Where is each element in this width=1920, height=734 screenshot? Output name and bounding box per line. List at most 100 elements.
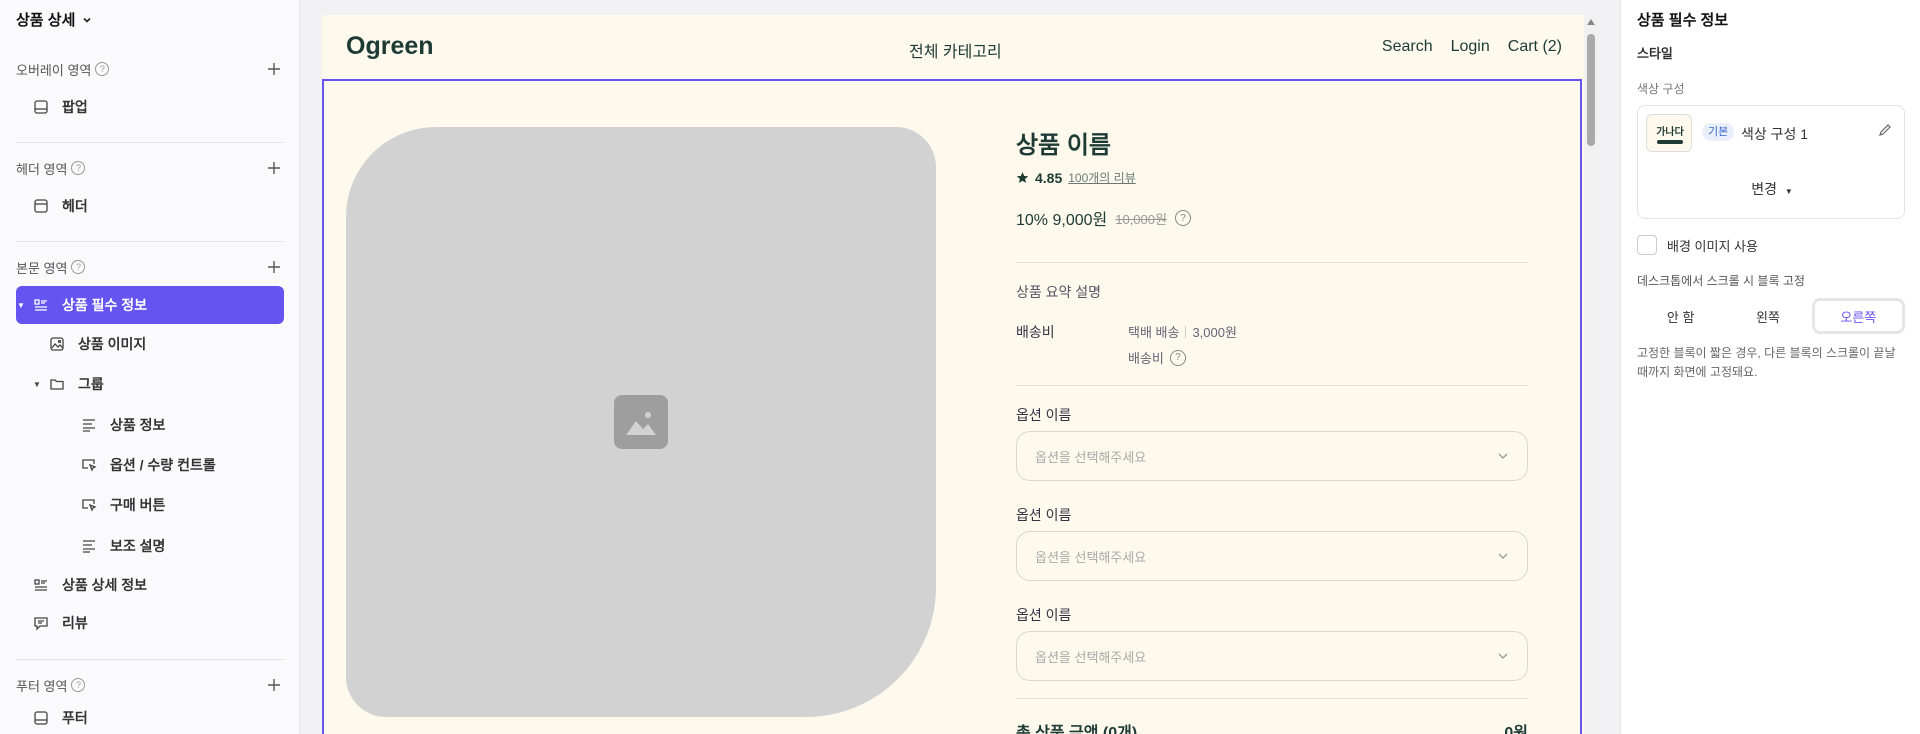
nav-search[interactable]: Search xyxy=(1382,38,1433,56)
help-icon[interactable]: ? xyxy=(71,260,86,274)
default-badge: 기본 xyxy=(1702,123,1735,141)
caret-down-icon[interactable]: ▼ xyxy=(32,380,42,389)
divider xyxy=(16,659,284,660)
folder-icon xyxy=(48,375,66,393)
product-rating: 4.85 100개의 리뷰 xyxy=(1016,169,1136,186)
shipping-label: 배송비 xyxy=(1016,324,1055,340)
edit-color-button[interactable] xyxy=(1878,123,1892,142)
section-footer-header: 푸터 영역 ? xyxy=(16,675,284,695)
nav-cart[interactable]: Cart (2) xyxy=(1508,38,1562,56)
properties-panel: 상품 필수 정보 스타일 색상 구성 가나다 기본 색상 구성 1 변경 ▼ 배… xyxy=(1620,0,1920,734)
total-amount-label: 총 상품 금액 (0개) xyxy=(1016,725,1138,734)
scroll-thumb[interactable] xyxy=(1587,34,1595,146)
option-select[interactable]: 옵션을 선택해주세요 xyxy=(1016,531,1528,581)
layer-item-group[interactable]: ▼ 그룹 xyxy=(32,365,284,403)
layer-item-essential-info[interactable]: ▼ 상품 필수 정보 xyxy=(16,286,284,324)
help-icon[interactable]: ? xyxy=(1174,210,1191,226)
caret-down-icon: ▼ xyxy=(1784,187,1793,196)
comment-icon xyxy=(32,614,50,632)
layer-item-footer[interactable]: 푸터 xyxy=(16,703,284,733)
cursor-box-icon xyxy=(80,456,98,474)
nav-login[interactable]: Login xyxy=(1451,38,1490,56)
add-footer-button[interactable] xyxy=(264,675,284,695)
sticky-scroll-label: 데스크톱에서 스크롤 시 블록 고정 xyxy=(1637,274,1805,288)
product-name: 상품 이름 xyxy=(1016,132,1111,159)
chevron-down-icon xyxy=(1498,653,1508,659)
product-image-placeholder[interactable] xyxy=(346,127,936,717)
sticky-right[interactable]: 오른쪽 xyxy=(1811,298,1905,334)
header-icon xyxy=(32,197,50,215)
star-icon xyxy=(1016,172,1029,183)
layer-item-buy-button[interactable]: 구매 버튼 xyxy=(80,486,284,524)
bg-image-option: 배경 이미지 사용 xyxy=(1637,235,1758,255)
review-count-link[interactable]: 100개의 리뷰 xyxy=(1068,169,1136,186)
panel-title: 상품 필수 정보 xyxy=(1637,12,1729,29)
add-body-button[interactable] xyxy=(264,257,284,277)
sticky-none[interactable]: 안 함 xyxy=(1637,298,1724,334)
scroll-up-arrow[interactable] xyxy=(1587,19,1595,25)
caret-down-icon[interactable]: ▼ xyxy=(16,301,26,310)
image-placeholder-icon xyxy=(614,395,668,449)
plus-icon xyxy=(268,261,280,273)
layer-item-header[interactable]: 헤더 xyxy=(16,187,284,225)
section-overlay-header: 오버레이 영역 ? xyxy=(16,59,284,79)
plus-icon xyxy=(268,162,280,174)
help-icon[interactable]: ? xyxy=(1169,349,1186,366)
divider xyxy=(16,241,284,242)
option-label: 옵션 이름 xyxy=(1016,407,1072,423)
help-icon[interactable]: ? xyxy=(71,161,86,175)
product-price: 10% 9,000원 10,000원 ? xyxy=(1016,206,1191,230)
layer-item-product-detail[interactable]: 상품 상세 정보 xyxy=(16,566,284,604)
layer-item-product-info[interactable]: 상품 정보 xyxy=(80,406,284,444)
shipping-value: 택배 배송 3,000원 xyxy=(1128,325,1237,340)
canvas-scrollbar[interactable] xyxy=(1584,15,1598,734)
option-select[interactable]: 옵션을 선택해주세요 xyxy=(1016,431,1528,481)
text-lines-icon xyxy=(80,416,98,434)
chevron-down-icon xyxy=(1498,553,1508,559)
divider xyxy=(1016,385,1528,386)
help-icon[interactable]: ? xyxy=(71,678,86,692)
option-select[interactable]: 옵션을 선택해주세요 xyxy=(1016,631,1528,681)
section-header-header: 헤더 영역 ? xyxy=(16,158,284,178)
layer-item-review[interactable]: 리뷰 xyxy=(16,604,284,642)
text-lines-icon xyxy=(80,537,98,555)
bg-image-checkbox[interactable] xyxy=(1637,235,1657,255)
cursor-box-icon xyxy=(80,496,98,514)
layer-item-popup[interactable]: 팝업 xyxy=(16,88,284,126)
help-icon[interactable]: ? xyxy=(95,62,110,76)
section-body-header: 본문 영역 ? xyxy=(16,257,284,277)
plus-icon xyxy=(268,63,280,75)
preview-canvas: Ogreen 전체 카테고리 Search Login Cart (2) 상품 … xyxy=(322,15,1598,734)
pencil-icon xyxy=(1879,124,1891,136)
color-config-name: 색상 구성 1 xyxy=(1741,126,1809,142)
color-swatch: 가나다 xyxy=(1646,114,1692,152)
sticky-left[interactable]: 왼쪽 xyxy=(1724,298,1811,334)
color-config-label: 색상 구성 xyxy=(1637,82,1685,96)
page-selector[interactable]: 상품 상세 xyxy=(16,9,93,30)
layer-item-extra-description[interactable]: 보조 설명 xyxy=(80,527,284,565)
preview-header[interactable]: Ogreen 전체 카테고리 Search Login Cart (2) xyxy=(322,15,1598,79)
product-summary: 상품 요약 설명 xyxy=(1016,284,1102,300)
layer-panel: 상품 상세 오버레이 영역 ? 팝업 헤더 영역 ? 헤더 본문 영역 ? ▼ … xyxy=(0,0,300,734)
shipping-sub: 배송비 ? xyxy=(1128,348,1186,367)
option-label: 옵션 이름 xyxy=(1016,607,1072,623)
divider xyxy=(16,142,284,143)
layer-item-product-image[interactable]: 상품 이미지 xyxy=(48,325,284,363)
sticky-position-segmented: 안 함 왼쪽 오른쪽 xyxy=(1637,298,1905,334)
add-header-button[interactable] xyxy=(264,158,284,178)
nav-right-links: Search Login Cart (2) xyxy=(1382,38,1562,56)
chevron-down-icon xyxy=(83,17,91,23)
sticky-note: 고정한 블록이 짧은 경우, 다른 블록의 스크롤이 끝날 때까지 화면에 고정… xyxy=(1637,346,1896,379)
change-color-button[interactable]: 변경 ▼ xyxy=(1638,179,1906,199)
total-amount-value: 0원 xyxy=(1504,725,1528,734)
layer-item-option-control[interactable]: 옵션 / 수량 컨트롤 xyxy=(80,446,284,484)
add-overlay-button[interactable] xyxy=(264,59,284,79)
nav-all-categories[interactable]: 전체 카테고리 xyxy=(909,38,1002,62)
image-icon xyxy=(48,335,66,353)
style-heading: 스타일 xyxy=(1637,46,1673,61)
color-config-card: 가나다 기본 색상 구성 1 변경 ▼ xyxy=(1637,105,1905,219)
divider xyxy=(1016,698,1528,699)
footer-icon xyxy=(32,709,50,727)
chevron-down-icon xyxy=(1498,453,1508,459)
popup-icon xyxy=(32,98,50,116)
